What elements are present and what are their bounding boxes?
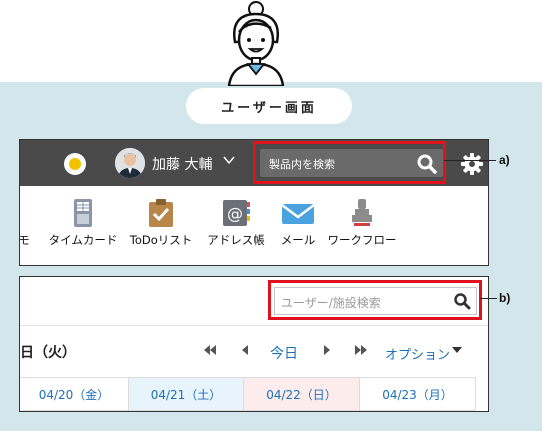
day-header-cell[interactable]: 04/20（金） <box>20 377 129 411</box>
user-avatar-illustration <box>221 0 291 88</box>
svg-text:@: @ <box>227 204 243 223</box>
callout-line-a <box>444 160 496 161</box>
today-button[interactable]: 今日 <box>270 343 298 363</box>
caret-down-icon[interactable] <box>452 347 462 353</box>
day-header-cell[interactable]: 04/23（月） <box>359 377 476 411</box>
user-name-label[interactable]: 加藤 大輔 <box>152 154 212 174</box>
double-chevron-right-icon[interactable] <box>354 344 368 359</box>
app-item-label: ToDoリスト <box>129 233 193 247</box>
app-item-memo[interactable]: モ <box>19 198 34 248</box>
user-screen-title: ユーザー画面 <box>186 88 352 124</box>
mail-icon <box>281 198 315 228</box>
app-item-label: タイムカード <box>48 233 118 247</box>
app-item-label: ワークフロー <box>327 233 397 247</box>
timecard-icon <box>68 198 98 228</box>
app-item-workflow[interactable]: ワークフロー <box>326 198 398 248</box>
callout-line-b <box>480 298 497 299</box>
app-item-label: モ <box>19 233 30 247</box>
memo-icon <box>20 198 34 228</box>
presence-status-icon[interactable] <box>64 153 86 175</box>
divider <box>20 325 488 326</box>
callout-label-a: a) <box>499 153 510 167</box>
app-item-label: メール <box>280 233 316 247</box>
workflow-icon <box>347 198 377 228</box>
highlight-box-b <box>268 280 482 320</box>
app-item-address-book[interactable]: @ アドレス帳 <box>204 198 268 248</box>
app-item-label: アドレス帳 <box>207 233 265 247</box>
day-header-cell[interactable]: 04/22（日） <box>243 377 360 411</box>
app-item-mail[interactable]: メール <box>278 198 318 248</box>
todo-icon <box>146 198 176 228</box>
chevron-left-icon[interactable] <box>241 344 249 359</box>
app-item-timecard[interactable]: タイムカード <box>47 198 119 248</box>
gear-icon[interactable] <box>460 152 484 176</box>
double-chevron-left-icon[interactable] <box>203 344 217 359</box>
app-menu: モ タイムカード ToDoリスト @ アドレス帳 メール ワークフロー <box>19 198 488 258</box>
callout-label-b: b) <box>499 291 511 305</box>
current-date-label: 日（火） <box>20 345 76 361</box>
address-book-icon: @ <box>221 198 251 228</box>
chevron-down-icon[interactable] <box>223 154 235 169</box>
options-menu[interactable]: オプション <box>385 344 450 363</box>
user-photo-avatar[interactable] <box>115 148 145 178</box>
app-item-todo[interactable]: ToDoリスト <box>128 198 194 248</box>
day-header-cell[interactable]: 04/21（土） <box>128 377 244 411</box>
day-header-row: 04/20（金） 04/21（土） 04/22（日） 04/23（月） <box>20 377 488 411</box>
chevron-right-icon[interactable] <box>323 344 331 359</box>
highlight-box-a <box>253 141 446 184</box>
